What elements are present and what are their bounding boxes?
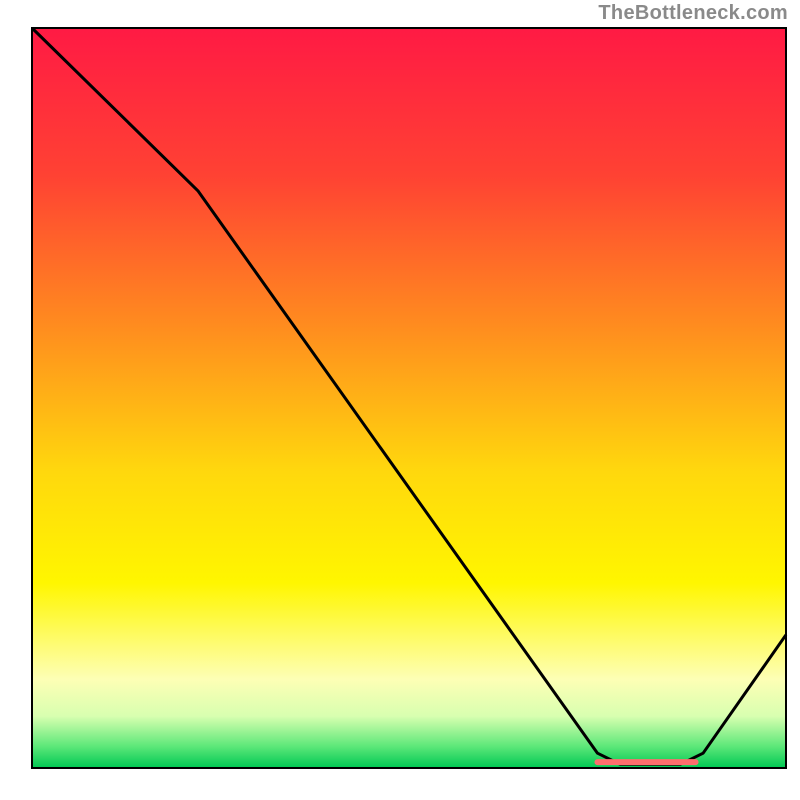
chart-container: TheBottleneck.com: [0, 0, 800, 800]
bottleneck-chart: [0, 0, 800, 800]
attribution-label: TheBottleneck.com: [598, 2, 788, 25]
